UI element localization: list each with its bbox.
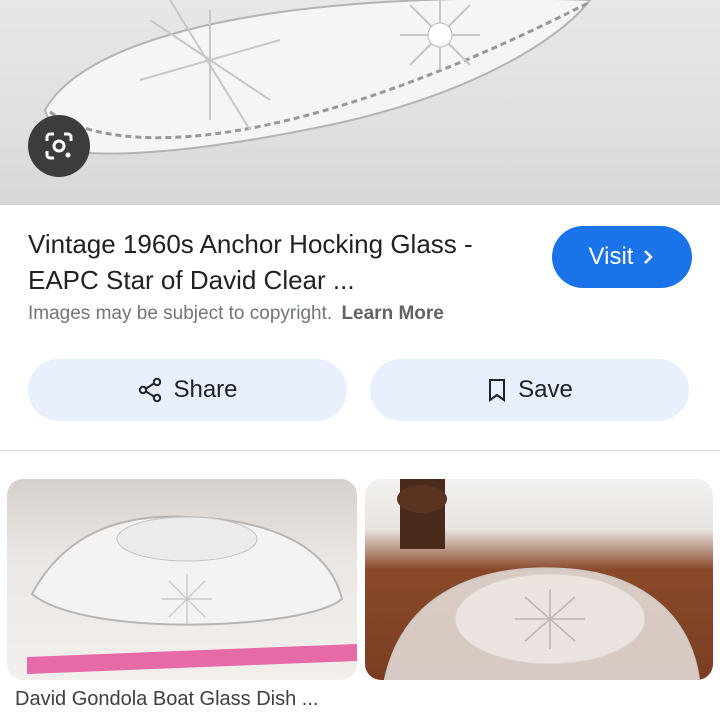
visit-button[interactable]: Visit — [552, 226, 692, 288]
star-dish-image — [384, 479, 700, 680]
related-result-thumbnail-2[interactable] — [365, 479, 713, 680]
listing-title[interactable]: Vintage 1960s Anchor Hocking Glass - EAP… — [28, 226, 538, 298]
main-image[interactable] — [0, 0, 720, 205]
save-button[interactable]: Save — [370, 359, 689, 421]
glass-dish-image — [43, 0, 592, 155]
related-result-caption[interactable]: David Gondola Boat Glass Dish ... — [15, 688, 355, 711]
share-label: Share — [173, 376, 238, 403]
listing-title-line2: EAPC Star of David Clear ... — [28, 265, 355, 295]
share-icon — [139, 377, 162, 403]
listing-title-line1: Vintage 1960s Anchor Hocking Glass - — [28, 229, 473, 259]
learn-more-link[interactable]: Learn More — [341, 303, 443, 324]
divider — [0, 450, 720, 451]
lens-search-button[interactable] — [28, 115, 90, 177]
copyright-notice: Images may be subject to copyright. Lear… — [28, 303, 444, 325]
bookmark-icon — [489, 379, 506, 402]
visit-label: Visit — [588, 243, 634, 270]
lens-icon — [45, 132, 73, 160]
share-button[interactable]: Share — [28, 359, 347, 421]
chevron-right-icon — [644, 250, 654, 264]
copyright-text: Images may be subject to copyright. — [28, 303, 333, 324]
save-label: Save — [518, 376, 573, 403]
related-result-thumbnail[interactable] — [7, 479, 357, 680]
gondola-dish-image — [27, 515, 357, 674]
